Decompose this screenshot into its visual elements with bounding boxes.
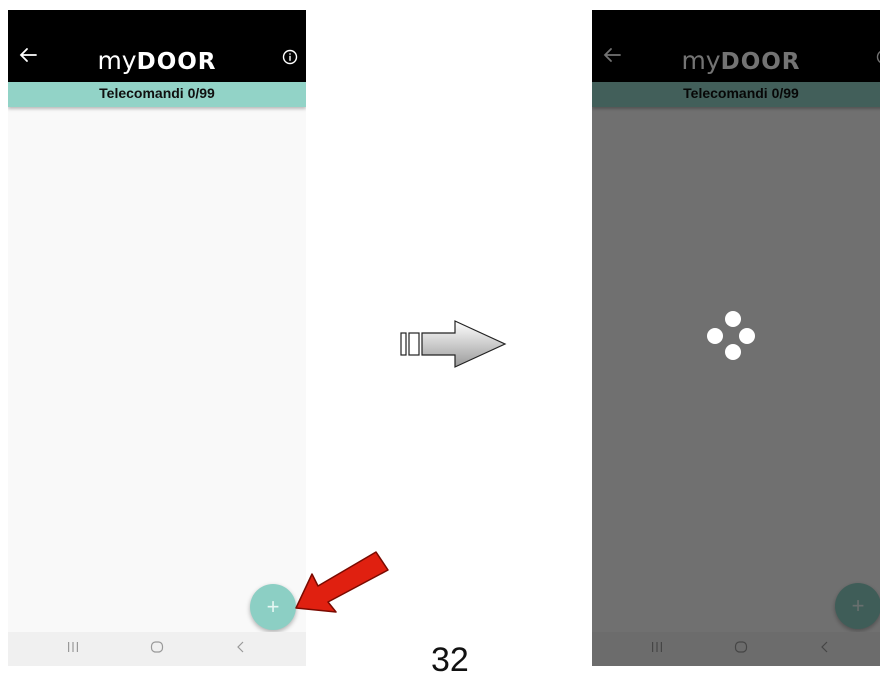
logo-prefix: my — [97, 46, 136, 75]
right-arrow-icon — [397, 318, 509, 370]
loading-overlay — [592, 10, 880, 666]
logo-brand: DOOR — [137, 49, 217, 75]
system-nav-bar — [8, 632, 306, 666]
app-bar: myDOOR — [8, 10, 306, 82]
remotes-count-header: Telecomandi 0/99 — [8, 82, 306, 107]
page-number: 32 — [431, 640, 469, 680]
nav-back-icon[interactable] — [234, 640, 248, 654]
loading-spinner-icon — [705, 310, 757, 362]
app-logo: myDOOR — [8, 48, 306, 75]
recents-icon[interactable] — [66, 640, 80, 654]
info-icon[interactable] — [282, 49, 298, 65]
home-icon[interactable] — [150, 640, 164, 654]
red-pointer-arrow-icon — [292, 548, 392, 614]
phone-screen-before: myDOOR Telecomandi 0/99 + — [8, 10, 306, 666]
add-remote-button[interactable]: + — [250, 584, 296, 630]
plus-icon: + — [267, 594, 280, 619]
phone-screen-after: myDOOR Telecomandi 0/99 + — [592, 10, 880, 666]
